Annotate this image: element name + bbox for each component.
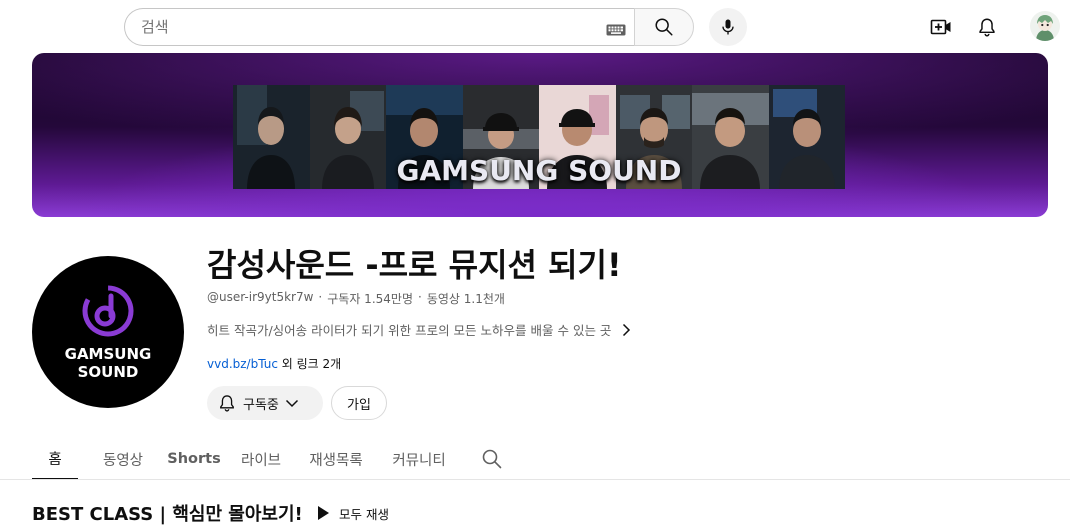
bell-icon: [220, 395, 234, 412]
top-bar: [0, 0, 1070, 54]
voice-search-button[interactable]: [709, 8, 747, 46]
play-all-button[interactable]: 모두 재생: [316, 502, 389, 524]
channel-handle: @user-ir9yt5kr7w: [207, 290, 314, 304]
subscriber-count: 구독자 1.54만명: [327, 292, 413, 306]
description-text: 히트 작곡가/싱어송 라이터가 되기 위한 프로의 모든 노하우를 배울 수 있…: [207, 323, 612, 338]
tab-shorts[interactable]: Shorts: [166, 438, 222, 480]
channel-links: vvd.bz/bTuc 외 링크 2개: [207, 355, 341, 372]
channel-tabs: 홈 동영상 Shorts 라이브 재생목록 커뮤니티: [32, 438, 1048, 480]
subscribed-label: 구독중: [243, 397, 279, 413]
microphone-icon: [722, 19, 734, 35]
notifications-button[interactable]: [971, 11, 1003, 43]
channel-banner: GAMSUNG SOUND: [32, 53, 1048, 217]
search-button[interactable]: [634, 8, 694, 46]
bell-icon: [979, 18, 995, 37]
channel-description[interactable]: 히트 작곡가/싱어송 라이터가 되기 위한 프로의 모든 노하우를 배울 수 있…: [207, 320, 633, 339]
tab-home[interactable]: 홈: [32, 438, 78, 480]
tab-live[interactable]: 라이브: [234, 438, 288, 480]
search-bar: [124, 8, 694, 46]
video-count: 동영상 1.1천개: [426, 292, 505, 306]
play-all-label: 모두 재생: [339, 506, 389, 522]
subscribed-button[interactable]: 구독중: [207, 386, 323, 420]
join-button[interactable]: 가입: [331, 386, 387, 420]
avatar-logo-line2: SOUND: [77, 363, 139, 381]
play-icon: [318, 506, 329, 520]
music-note-logo-icon: [82, 285, 134, 337]
search-icon[interactable]: [480, 447, 504, 471]
tab-community[interactable]: 커뮤니티: [386, 438, 452, 480]
channel-link[interactable]: vvd.bz/bTuc: [207, 357, 278, 371]
user-avatar[interactable]: [1030, 11, 1060, 41]
meta-separator: ·: [417, 290, 422, 304]
channel-meta: @user-ir9yt5kr7w · 구독자 1.54만명 · 동영상 1.1천…: [207, 290, 505, 307]
tab-videos[interactable]: 동영상: [96, 438, 150, 480]
join-label: 가입: [347, 397, 371, 413]
channel-title: 감성사운드 -프로 뮤지션 되기!: [207, 246, 622, 284]
more-links-text[interactable]: 외 링크 2개: [278, 357, 341, 371]
tab-playlists[interactable]: 재생목록: [304, 438, 368, 480]
create-button[interactable]: [925, 11, 957, 43]
keyboard-icon[interactable]: [606, 21, 626, 36]
search-icon: [655, 18, 673, 36]
search-input[interactable]: [124, 8, 634, 46]
avatar-logo-line1: GAMSUNG: [64, 345, 152, 363]
tabs-divider: [0, 479, 1070, 480]
chevron-down-icon: [285, 399, 298, 408]
section-title[interactable]: BEST CLASS | 핵심만 몰아보기!: [32, 500, 303, 526]
channel-avatar[interactable]: GAMSUNG SOUND: [32, 256, 184, 408]
chevron-right-icon: [623, 323, 631, 336]
banner-logo-text: GAMSUNG SOUND: [396, 154, 682, 187]
video-add-icon: [930, 19, 951, 35]
meta-separator: ·: [318, 290, 323, 304]
